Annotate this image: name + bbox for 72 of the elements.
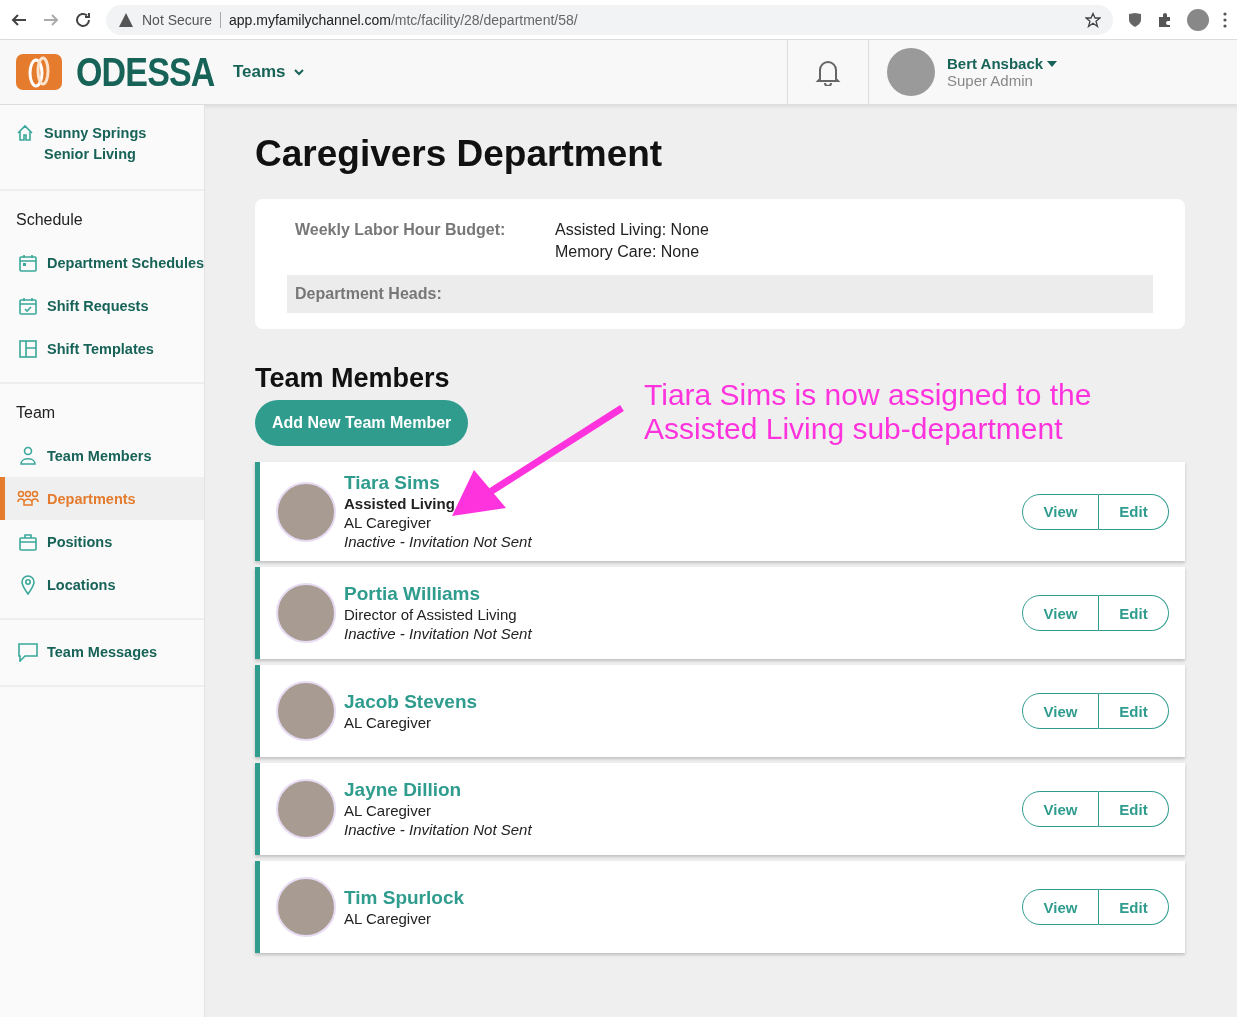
budget-value: Memory Care: None	[555, 243, 701, 261]
add-member-button[interactable]: Add New Team Member	[255, 400, 469, 446]
address-bar[interactable]: Not Secure app.myfamilychannel.com/mtc/facility/28/department/58/	[106, 4, 1113, 35]
member-position: AL Caregiver	[344, 908, 432, 928]
view-button[interactable]: View	[1022, 493, 1099, 530]
edit-button[interactable]: Edit	[1099, 693, 1169, 729]
member-position: Director of Assisted Living	[344, 605, 518, 624]
annotation-text: Tiara Sims is now assigned to the Assisted Living sub-department	[644, 378, 1093, 446]
logo-text: ODESSA	[76, 49, 215, 95]
sidebar-item[interactable]: Departments	[0, 477, 204, 520]
shield-icon[interactable]	[1127, 11, 1143, 28]
url-text: app.myfamilychannel.com/mtc/facility/28/department/58/	[229, 11, 579, 28]
view-button[interactable]: View	[1022, 791, 1099, 827]
member-status: Inactive - Invitation Not Sent	[344, 820, 533, 839]
view-button[interactable]: View	[1022, 889, 1099, 925]
department-heads-label: Department Heads:	[287, 275, 1153, 313]
member-name[interactable]: Portia Williams	[344, 583, 1022, 605]
star-icon[interactable]	[1085, 11, 1101, 28]
member-status: Inactive - Invitation Not Sent	[344, 624, 533, 643]
sidebar-item[interactable]: Locations	[0, 563, 204, 606]
view-button[interactable]: View	[1022, 693, 1099, 729]
caret-icon[interactable]	[1047, 60, 1058, 67]
member-status: Inactive - Invitation Not Sent	[344, 532, 533, 551]
member-avatar	[276, 681, 336, 741]
member-avatar	[276, 877, 336, 937]
warning-icon	[118, 11, 134, 28]
security-label: Not Secure	[142, 11, 213, 28]
calendar-icon	[17, 252, 39, 273]
member-name[interactable]: Jayne Dillion	[344, 779, 1022, 801]
user-role: Super Admin	[947, 72, 1034, 89]
sidebar-item[interactable]: Shift Templates	[0, 327, 204, 370]
layout-icon	[17, 338, 39, 359]
sidebar-item[interactable]: Shift Requests	[0, 284, 204, 327]
sidebar-item[interactable]: Positions	[0, 520, 204, 563]
budget-label: Weekly Labor Hour Budget:	[295, 221, 507, 240]
edit-button[interactable]: Edit	[1099, 791, 1169, 827]
view-button[interactable]: View	[1022, 595, 1099, 631]
teams-menu[interactable]: Teams	[232, 62, 304, 82]
calendar-check-icon	[17, 295, 39, 316]
profile-avatar[interactable]	[1187, 8, 1209, 31]
edit-button[interactable]: Edit	[1099, 595, 1169, 631]
section-heading: Schedule	[15, 210, 84, 230]
edit-button[interactable]: Edit	[1099, 493, 1169, 530]
edit-button[interactable]: Edit	[1099, 889, 1169, 925]
sidebar-item[interactable]: Team Messages	[0, 630, 204, 673]
member-name[interactable]: Jacob Stevens	[344, 690, 1022, 713]
chat-icon	[17, 641, 39, 662]
member-position: AL Caregiver	[344, 801, 432, 820]
user-name[interactable]: Bert Ansback	[947, 55, 1044, 72]
member-name[interactable]: Tiara Sims	[344, 472, 1022, 494]
page-title: Caregivers Department	[255, 133, 664, 175]
member-avatar	[276, 583, 336, 643]
budget-value: Assisted Living: None	[555, 221, 709, 239]
puzzle-icon[interactable]	[1157, 11, 1173, 28]
chevron-down-icon[interactable]	[293, 68, 304, 76]
facility-link[interactable]: Sunny Springs Senior Living	[44, 123, 190, 165]
member-position: AL Caregiver	[344, 513, 432, 532]
section-heading: Team	[15, 403, 57, 423]
member-name[interactable]: Tim Spurlock	[344, 886, 1022, 909]
sidebar-item[interactable]: Department Schedules	[0, 241, 204, 284]
bell-icon[interactable]	[815, 58, 841, 86]
user-avatar	[887, 48, 935, 96]
more-icon[interactable]	[1223, 11, 1227, 28]
member-position: AL Caregiver	[344, 712, 432, 732]
member-department: Assisted Living	[344, 494, 456, 513]
member-avatar	[276, 779, 336, 839]
logo-mark-icon	[16, 54, 62, 90]
sidebar-item[interactable]: Team Members	[0, 434, 204, 477]
briefcase-icon	[17, 531, 39, 552]
group-icon	[17, 488, 39, 509]
person-icon	[17, 445, 39, 466]
reload-icon[interactable]	[74, 10, 92, 29]
